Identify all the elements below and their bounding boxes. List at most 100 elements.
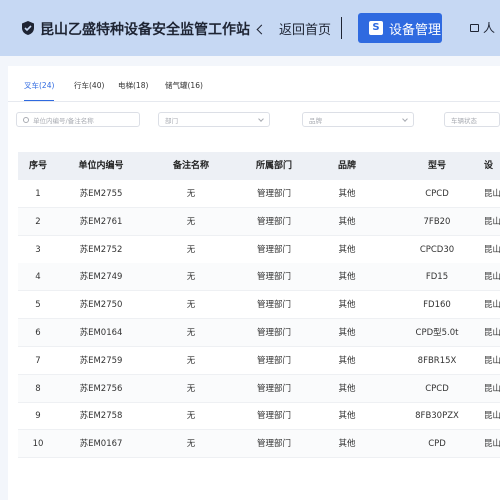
- table-cell: 昆山市: [484, 244, 500, 255]
- status-placeholder: 车辆状态: [451, 116, 477, 125]
- table-cell: FD15: [425, 272, 449, 283]
- tab-forklift-label: 叉车(24): [24, 81, 55, 90]
- column-header: 所属部门: [255, 161, 292, 171]
- table-cell: 昆山市: [484, 383, 500, 394]
- table-cell: 其他: [338, 383, 356, 394]
- column-header: 设: [484, 161, 494, 171]
- table-cell: 其他: [338, 272, 356, 283]
- table-cell: 无: [186, 439, 196, 450]
- tab-gas-tank[interactable]: 储气罐(16): [165, 80, 203, 91]
- table-cell: 无: [186, 189, 196, 199]
- table-cell: 其他: [338, 328, 356, 338]
- table-cell: 2: [35, 216, 41, 227]
- chevron-down-icon: [402, 116, 408, 122]
- table-cell: 昆山市: [484, 300, 500, 311]
- table-cell: 昆山市: [484, 355, 500, 366]
- personnel-label: 人: [483, 21, 496, 35]
- table-cell: 10: [32, 439, 44, 450]
- table-row[interactable]: 9 苏EM2758 无 管理部门 其他 8FB30PZX 昆山市: [18, 402, 500, 431]
- table-cell: 管理部门: [256, 300, 291, 311]
- table-cell: 管理部门: [256, 355, 291, 366]
- tabs-divider: [8, 101, 500, 102]
- search-input[interactable]: 单位内编号/备注名称: [16, 112, 140, 127]
- table-cell: 管理部门: [256, 216, 291, 227]
- tab-crane[interactable]: 行车(40): [74, 80, 104, 91]
- table-cell: 苏EM0164: [79, 328, 123, 338]
- table-row[interactable]: 3 苏EM2752 无 管理部门 其他 CPCD30 昆山市: [18, 236, 500, 264]
- table-cell: 苏EM2758: [79, 411, 123, 422]
- table-row[interactable]: 6 苏EM0164 无 管理部门 其他 CPD型5.0t 昆山市: [18, 319, 500, 347]
- table-cell: CPD: [428, 439, 446, 450]
- table-cell: 苏EM2750: [79, 300, 123, 311]
- column-header: 型号: [427, 161, 446, 171]
- table-cell: 8FB30PZX: [415, 411, 459, 422]
- table-cell: 昆山市: [484, 189, 500, 199]
- back-home-label: 返回首页: [279, 23, 332, 38]
- department-select[interactable]: 部门: [158, 112, 270, 127]
- table-cell: 其他: [338, 189, 356, 199]
- back-home-link[interactable]: 返回首页: [256, 19, 332, 38]
- table-row[interactable]: 1 苏EM2755 无 管理部门 其他 CPCD 昆山市: [18, 180, 500, 208]
- table-cell: 8: [35, 383, 41, 394]
- device-icon: S: [369, 21, 383, 35]
- table-cell: 9: [35, 411, 41, 422]
- table-cell: 其他: [338, 300, 356, 311]
- status-select[interactable]: 车辆状态: [444, 112, 500, 127]
- table-cell: 7: [35, 355, 41, 366]
- table-cell: 昆山市: [484, 439, 500, 450]
- table-cell: 昆山市: [484, 328, 500, 338]
- table-cell: 管理部门: [256, 439, 291, 450]
- chevron-left-icon: [256, 24, 267, 35]
- brand-placeholder: 品牌: [309, 116, 322, 125]
- table-cell: 其他: [338, 216, 356, 227]
- table-cell: 管理部门: [256, 383, 291, 394]
- table-row[interactable]: 8 苏EM2756 无 管理部门 其他 CPCD 昆山市: [18, 374, 500, 403]
- table-cell: 8FBR15X: [417, 355, 457, 366]
- table-cell: 3: [35, 244, 41, 255]
- table-cell: 其他: [338, 244, 356, 255]
- table-cell: CPCD30: [419, 244, 455, 255]
- personnel-button[interactable]: 人: [470, 19, 495, 36]
- table-row[interactable]: 7 苏EM2759 无 管理部门 其他 8FBR15X 昆山市: [18, 347, 500, 375]
- table-cell: CPCD: [425, 189, 449, 199]
- top-header: 昆山乙盛特种设备安全监管工作站 返回首页 S 设备管理 人: [0, 0, 500, 56]
- table-cell: 苏EM2752: [79, 244, 123, 255]
- table-cell: 管理部门: [256, 272, 291, 283]
- table-cell: 1: [35, 189, 41, 199]
- table-cell: 7FB20: [423, 216, 451, 227]
- table-cell: 无: [186, 411, 196, 422]
- table-row[interactable]: 5 苏EM2750 无 管理部门 其他 FD160 昆山市: [18, 291, 500, 320]
- table-cell: 苏EM0167: [79, 439, 123, 450]
- brand-select[interactable]: 品牌: [302, 112, 414, 127]
- tab-elevator-label: 电梯(18): [118, 81, 149, 90]
- site-title: 昆山乙盛特种设备安全监管工作站: [40, 22, 250, 38]
- tab-forklift[interactable]: 叉车(24): [24, 80, 54, 91]
- table-cell: 6: [35, 328, 41, 338]
- department-placeholder: 部门: [165, 116, 178, 125]
- table-cell: 无: [186, 216, 196, 227]
- column-header: 单位内编号: [78, 161, 124, 171]
- table-cell: CPD型5.0t: [415, 328, 459, 338]
- table-cell: 无: [186, 272, 196, 283]
- search-placeholder: 单位内编号/备注名称: [33, 116, 94, 125]
- table-cell: 苏EM2756: [79, 383, 123, 394]
- column-header: 备注名称: [172, 161, 209, 171]
- table-cell: 昆山市: [484, 411, 500, 422]
- column-header: 品牌: [337, 161, 356, 171]
- table-cell: CPCD: [425, 383, 449, 394]
- table-row[interactable]: 4 苏EM2749 无 管理部门 其他 FD15 昆山市: [18, 263, 500, 292]
- search-icon: [23, 116, 29, 123]
- id-card-icon: [470, 24, 479, 32]
- table-cell: 无: [186, 244, 196, 255]
- table-row[interactable]: 2 苏EM2761 无 管理部门 其他 7FB20 昆山市: [18, 207, 500, 236]
- table-row[interactable]: 10 苏EM0167 无 管理部门 其他 CPD 昆山市: [18, 430, 500, 459]
- table-cell: 其他: [338, 439, 356, 450]
- table-cell: FD160: [423, 300, 451, 311]
- table-cell: 管理部门: [256, 189, 291, 199]
- table-header: 序号 单位内编号 备注名称 所属部门 品牌 型号 设: [18, 152, 500, 180]
- table-cell: 无: [186, 328, 196, 338]
- table-cell: 其他: [338, 355, 356, 366]
- device-management-button[interactable]: S 设备管理: [358, 13, 442, 43]
- table-cell: 昆山市: [484, 272, 500, 283]
- tab-elevator[interactable]: 电梯(18): [118, 80, 148, 91]
